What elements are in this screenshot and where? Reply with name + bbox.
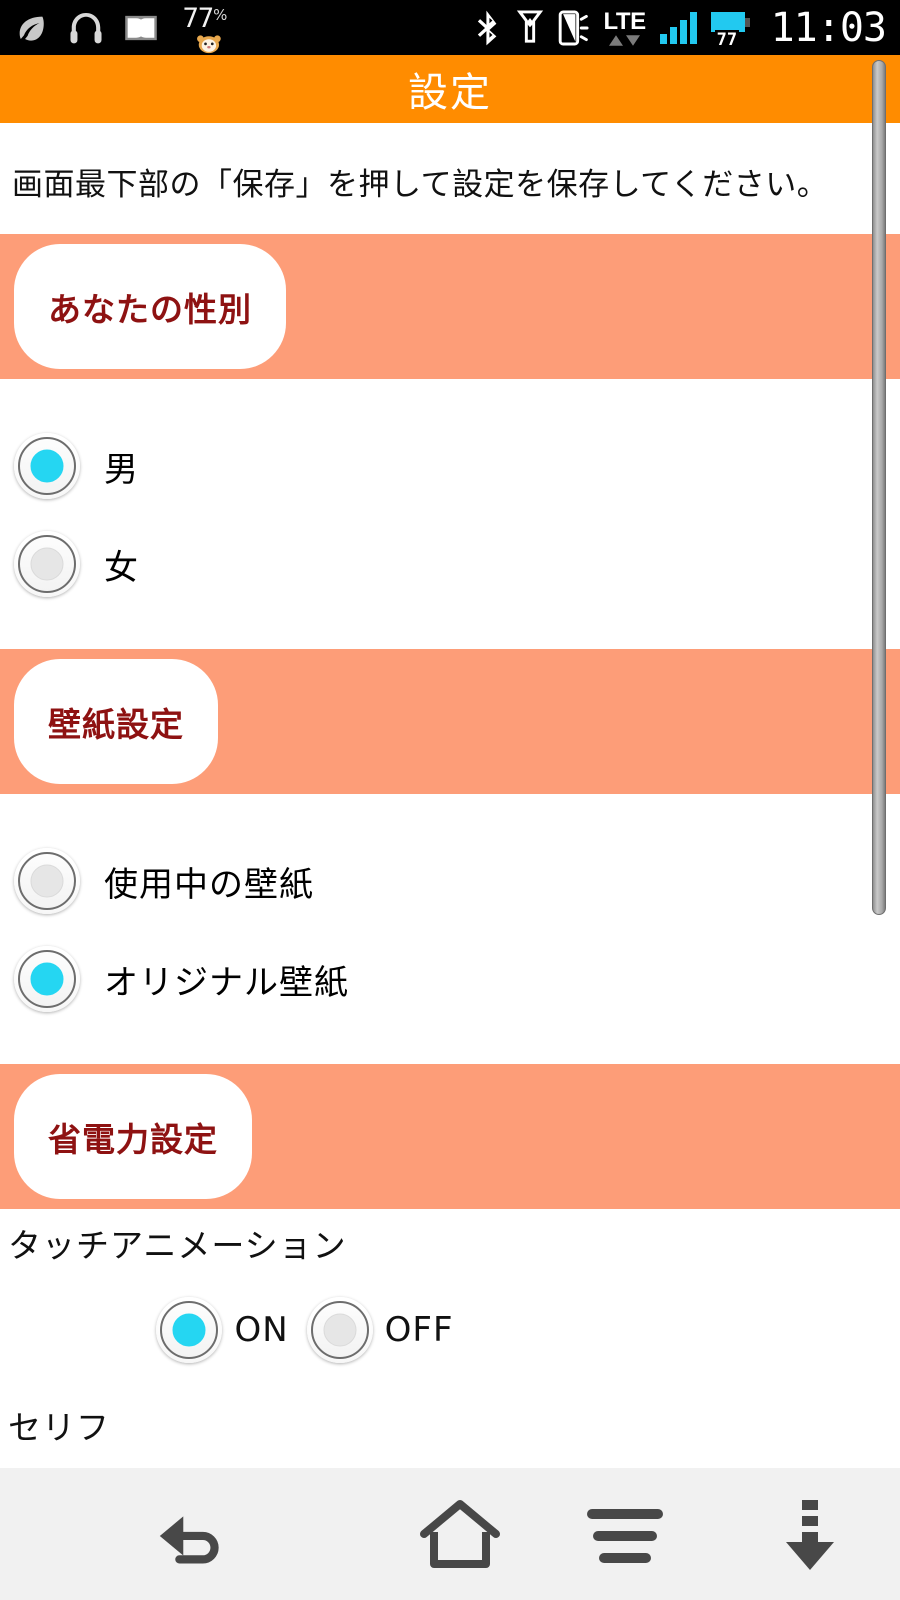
option-label-gender-male: 男 (104, 449, 139, 490)
section-title-power-saving: 省電力設定 (48, 1119, 218, 1159)
section-pill-wallpaper: 壁紙設定 (14, 659, 218, 784)
instruction-text: 画面最下部の「保存」を押して設定を保存してください。 (12, 167, 829, 203)
flashlight-icon (516, 9, 543, 43)
app-header: 設定 (0, 55, 900, 123)
radio-touch-animation-off[interactable] (306, 1297, 373, 1363)
radio-wallpaper-original[interactable] (14, 946, 80, 1012)
radio-dot (30, 962, 64, 996)
setting-touch-animation: タッチアニメーション ON OFF (0, 1209, 900, 1391)
download-arrow-icon (786, 1500, 834, 1570)
setting-dialogue: セリフ (0, 1391, 900, 1468)
option-label-gender-female: 女 (104, 547, 139, 588)
network-type-indicator: LTE (603, 7, 647, 46)
headphones-icon (70, 12, 102, 43)
battery-level-value: 77 (714, 29, 740, 50)
radio-dot (172, 1313, 206, 1347)
radio-dot (30, 547, 64, 581)
touch-animation-choices: ON OFF (0, 1267, 900, 1391)
nav-back-button[interactable] (0, 1468, 390, 1600)
menu-lines-icon (587, 1509, 663, 1563)
signal-strength-icon (659, 11, 697, 44)
choice-label-off: OFF (384, 1310, 454, 1350)
section-header-gender: あなたの性別 (0, 234, 900, 379)
battery-percent-value: 77 (182, 2, 215, 34)
clock: 11:03 (770, 4, 887, 51)
option-label-wallpaper-current: 使用中の壁紙 (104, 864, 314, 905)
setting-label-dialogue: セリフ (8, 1408, 110, 1447)
battery-icon: 77 (710, 8, 751, 50)
data-transfer-arrows (609, 34, 641, 46)
status-bar: 77% LTE 77 11:03 (0, 0, 900, 55)
section-title-wallpaper: 壁紙設定 (48, 704, 184, 744)
radio-gender-male[interactable] (14, 433, 80, 499)
vibrate-icon (558, 10, 589, 45)
section-pill-power-saving: 省電力設定 (14, 1074, 252, 1199)
dolby-icon (125, 15, 157, 40)
network-type-label: LTE (603, 7, 647, 35)
settings-scroll-area[interactable]: 画面最下部の「保存」を押して設定を保存してください。 あなたの性別 男 女 壁紙… (0, 123, 900, 1468)
setting-label-touch-animation: タッチアニメーション (8, 1226, 347, 1265)
nav-menu-button[interactable] (530, 1468, 720, 1600)
hamster-mascot-icon (197, 34, 221, 53)
option-row-gender-male[interactable]: 男 (0, 417, 900, 515)
vertical-scrollbar[interactable] (872, 60, 886, 915)
radio-dot (30, 864, 64, 898)
bluetooth-icon (477, 10, 496, 45)
eco-leaf-icon (19, 16, 44, 41)
radio-dot (323, 1313, 357, 1347)
nav-home-button[interactable] (390, 1468, 530, 1600)
nav-download-button[interactable] (720, 1468, 900, 1600)
navigation-bar (0, 1468, 900, 1600)
section-header-wallpaper: 壁紙設定 (0, 649, 900, 794)
wallpaper-options: 使用中の壁紙 オリジナル壁紙 (0, 794, 900, 1064)
back-arrow-icon (159, 1516, 219, 1564)
radio-touch-animation-on[interactable] (156, 1297, 223, 1363)
percent-symbol: % (213, 5, 228, 24)
radio-dot (30, 449, 64, 483)
status-bar-right-icons: LTE 77 11:03 (474, 4, 887, 51)
section-pill-gender: あなたの性別 (14, 244, 286, 369)
battery-percent-indicator: 77% (176, 2, 234, 53)
choice-touch-animation-off[interactable]: OFF (306, 1297, 454, 1363)
choice-label-on: ON (234, 1310, 289, 1350)
section-title-gender: あなたの性別 (48, 289, 252, 329)
radio-wallpaper-current[interactable] (14, 848, 80, 914)
gender-options: 男 女 (0, 379, 900, 649)
choice-touch-animation-on[interactable]: ON (156, 1297, 288, 1363)
option-row-wallpaper-original[interactable]: オリジナル壁紙 (0, 930, 900, 1028)
option-label-wallpaper-original: オリジナル壁紙 (104, 962, 349, 1003)
page-title: 設定 (408, 70, 492, 116)
option-row-gender-female[interactable]: 女 (0, 515, 900, 613)
phone-screen: 77% LTE 77 11:03 設定 画面最下部の「保存」を押して設定を保存し… (0, 0, 900, 1600)
radio-gender-female[interactable] (14, 531, 80, 597)
section-header-power-saving: 省電力設定 (0, 1064, 900, 1209)
home-icon (420, 1500, 500, 1568)
status-bar-left-icons: 77% (14, 2, 234, 53)
option-row-wallpaper-current[interactable]: 使用中の壁紙 (0, 832, 900, 930)
